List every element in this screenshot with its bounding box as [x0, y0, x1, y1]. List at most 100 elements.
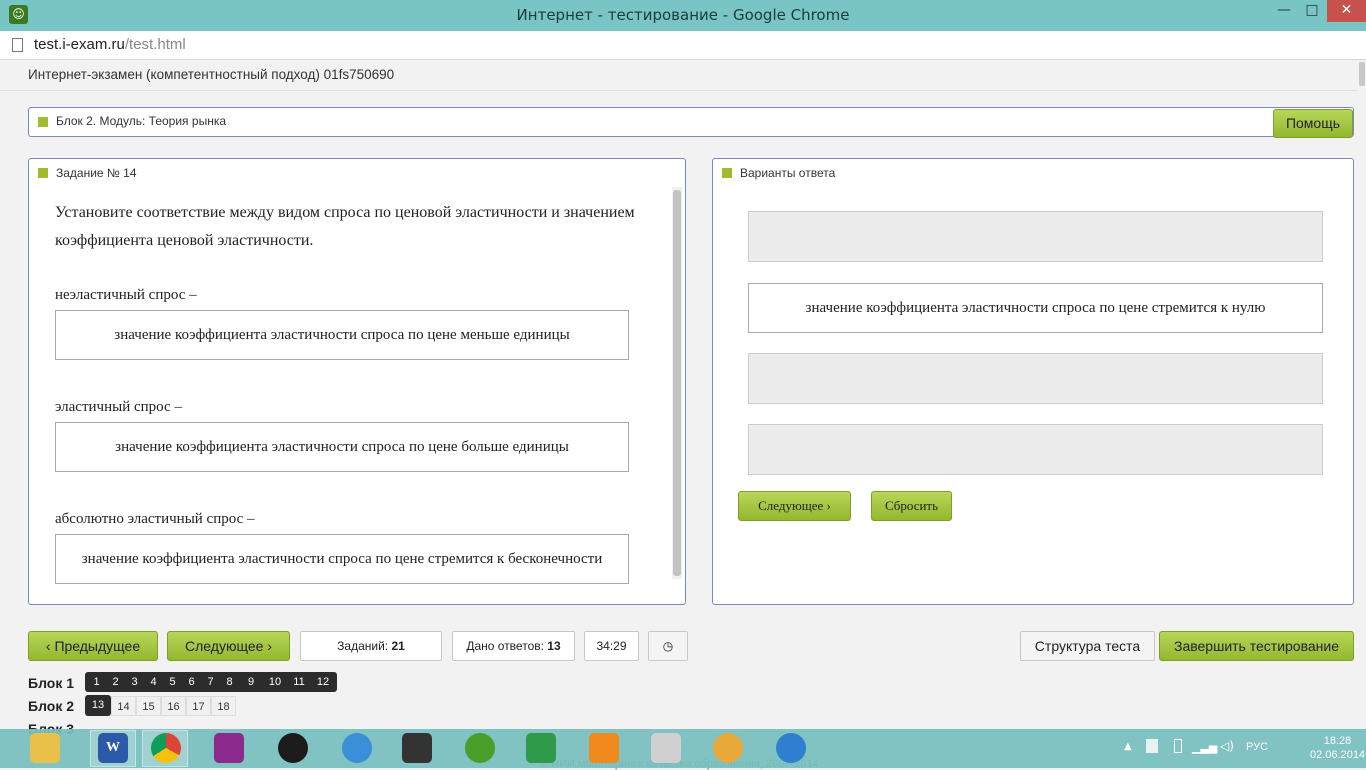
answers-marker — [722, 168, 732, 178]
next-task-label: Следующее — [185, 638, 264, 654]
window-title: Интернет - тестирование - Google Chrome — [516, 6, 850, 24]
task-link-4[interactable]: 4 — [144, 672, 163, 692]
media-player-icon[interactable] — [278, 733, 308, 763]
block2-tasks: 13 14 15 16 17 18 — [85, 695, 236, 716]
close-icon[interactable]: ✕ — [1327, 0, 1366, 22]
tray-flag-icon[interactable] — [1146, 739, 1158, 753]
finish-test-button[interactable]: Завершить тестирование — [1159, 631, 1354, 661]
answers-next-button[interactable]: Следующее › — [738, 491, 851, 521]
task-link-5[interactable]: 5 — [163, 672, 182, 692]
answer-option-empty[interactable] — [748, 211, 1323, 262]
block-label: Блок 2. Модуль: Теория рынка — [56, 114, 227, 128]
maximize-icon[interactable]: □ — [1298, 0, 1326, 22]
question-text: Установите соответствие между видом спро… — [55, 204, 635, 249]
test-structure-button[interactable]: Структура теста — [1020, 631, 1155, 661]
answer-option-empty[interactable] — [748, 353, 1323, 404]
word-icon[interactable]: W — [98, 733, 128, 763]
task-link-2[interactable]: 2 — [106, 672, 125, 692]
browser-icon[interactable] — [776, 733, 806, 763]
page-icon — [12, 38, 23, 52]
task-link-16[interactable]: 16 — [161, 696, 186, 716]
task-link-15[interactable]: 15 — [136, 696, 161, 716]
tray-date: 02.06.2014 — [1310, 749, 1366, 761]
address-bar[interactable]: test.i-exam.ru/test.html — [0, 31, 1366, 60]
minimize-icon[interactable]: — — [1270, 0, 1298, 22]
help-button[interactable]: Помощь — [1273, 109, 1353, 138]
timer: 34:29 — [584, 631, 639, 661]
page-scrollbar[interactable] — [1357, 61, 1366, 729]
task-link-18[interactable]: 18 — [211, 696, 236, 716]
current-task[interactable]: 13 — [85, 695, 111, 716]
url-path: /test.html — [124, 36, 186, 53]
chevron-right-icon: › — [267, 638, 272, 654]
task-link-14[interactable]: 14 — [111, 696, 136, 716]
task-scrollbar[interactable] — [672, 187, 682, 579]
language-indicator[interactable]: РУС — [1246, 741, 1268, 753]
url-text[interactable]: test.i-exam.ru/test.html — [34, 36, 186, 53]
term-3: абсолютно эластичный спрос – — [55, 511, 255, 527]
task-link-13[interactable]: 13 — [87, 695, 109, 715]
task-link-1[interactable]: 1 — [87, 672, 106, 692]
chrome-icon[interactable] — [151, 733, 181, 763]
chevron-left-icon: ‹ — [45, 638, 51, 654]
match-slot-2[interactable]: значение коэффициента эластичности спрос… — [55, 422, 629, 472]
answered-count: 13 — [547, 639, 561, 653]
block1-label: Блок 1 — [28, 675, 75, 691]
term-1: неэластичный спрос – — [55, 287, 197, 303]
task-link-9[interactable]: 9 — [239, 672, 263, 692]
prev-task-button[interactable]: ‹ Предыдущее — [28, 631, 158, 661]
camera-icon[interactable] — [651, 733, 681, 763]
windows-taskbar — [0, 729, 1366, 768]
url-host: test.i-exam.ru — [34, 36, 125, 53]
tray-arrow-icon[interactable]: ▲ — [1124, 741, 1132, 752]
utorrent-icon[interactable] — [465, 733, 495, 763]
answer-option-empty[interactable] — [748, 424, 1323, 475]
tasks-count-box: Заданий: 21 — [300, 631, 442, 661]
answers-next-label: Следующее — [758, 498, 824, 513]
task-link-11[interactable]: 11 — [287, 672, 311, 692]
task-link-6[interactable]: 6 — [182, 672, 201, 692]
tasks-count: 21 — [391, 639, 405, 653]
tray-clock[interactable]: 18:28 02.06.2014 — [1310, 734, 1365, 762]
itunes-icon[interactable] — [342, 733, 372, 763]
block-marker — [38, 117, 48, 127]
volume-icon[interactable]: ◁) — [1220, 739, 1234, 753]
paint-icon[interactable] — [713, 733, 743, 763]
term-2: эластичный спрос – — [55, 399, 182, 415]
prev-task-label: Предыдущее — [54, 638, 141, 654]
page-scrollbar-thumb[interactable] — [1359, 62, 1365, 86]
exam-title: Интернет-экзамен (компетентностный подхо… — [28, 67, 395, 82]
video-icon[interactable] — [402, 733, 432, 763]
block1-tasks: 1 2 3 4 5 6 7 8 9 10 11 12 — [85, 672, 337, 692]
signal-icon[interactable]: ▁▃▅ — [1192, 741, 1217, 754]
block2-label: Блок 2 — [28, 698, 75, 714]
task-link-17[interactable]: 17 — [186, 696, 211, 716]
task-link-3[interactable]: 3 — [125, 672, 144, 692]
block2-other-tasks: 14 15 16 17 18 — [111, 695, 236, 716]
task-link-7[interactable]: 7 — [201, 672, 220, 692]
explorer-icon[interactable] — [30, 733, 60, 763]
window-title-bar: ☺ Интернет - тестирование - Google Chrom… — [0, 0, 1366, 31]
next-task-button[interactable]: Следующее › — [167, 631, 290, 661]
task-marker — [38, 168, 48, 178]
block-panel: Блок 2. Модуль: Теория рынка — [28, 107, 1354, 137]
task-link-8[interactable]: 8 — [220, 672, 239, 692]
match-slot-1[interactable]: значение коэффициента эластичности спрос… — [55, 310, 629, 360]
clock-button[interactable]: ◷ — [648, 631, 688, 661]
player-icon[interactable] — [589, 733, 619, 763]
battery-icon[interactable] — [1174, 739, 1182, 753]
tray-time: 18:28 — [1323, 735, 1352, 747]
search-app-icon[interactable] — [526, 733, 556, 763]
task-link-12[interactable]: 12 — [311, 672, 335, 692]
answered-count-box: Дано ответов: 13 — [452, 631, 575, 661]
reset-button[interactable]: Сбросить — [871, 491, 952, 521]
tasks-label: Заданий: — [337, 639, 389, 653]
match-slot-3[interactable]: значение коэффициента эластичности спрос… — [55, 534, 629, 584]
exam-header: Интернет-экзамен (компетентностный подхо… — [0, 61, 1366, 91]
answer-option[interactable]: значение коэффициента эластичности спрос… — [748, 283, 1323, 333]
task-scrollbar-thumb[interactable] — [673, 190, 681, 576]
task-link-10[interactable]: 10 — [263, 672, 287, 692]
answers-label: Варианты ответа — [740, 166, 836, 180]
app-c-icon[interactable] — [214, 733, 244, 763]
answers-panel: Варианты ответа значение коэффициента эл… — [712, 158, 1354, 605]
